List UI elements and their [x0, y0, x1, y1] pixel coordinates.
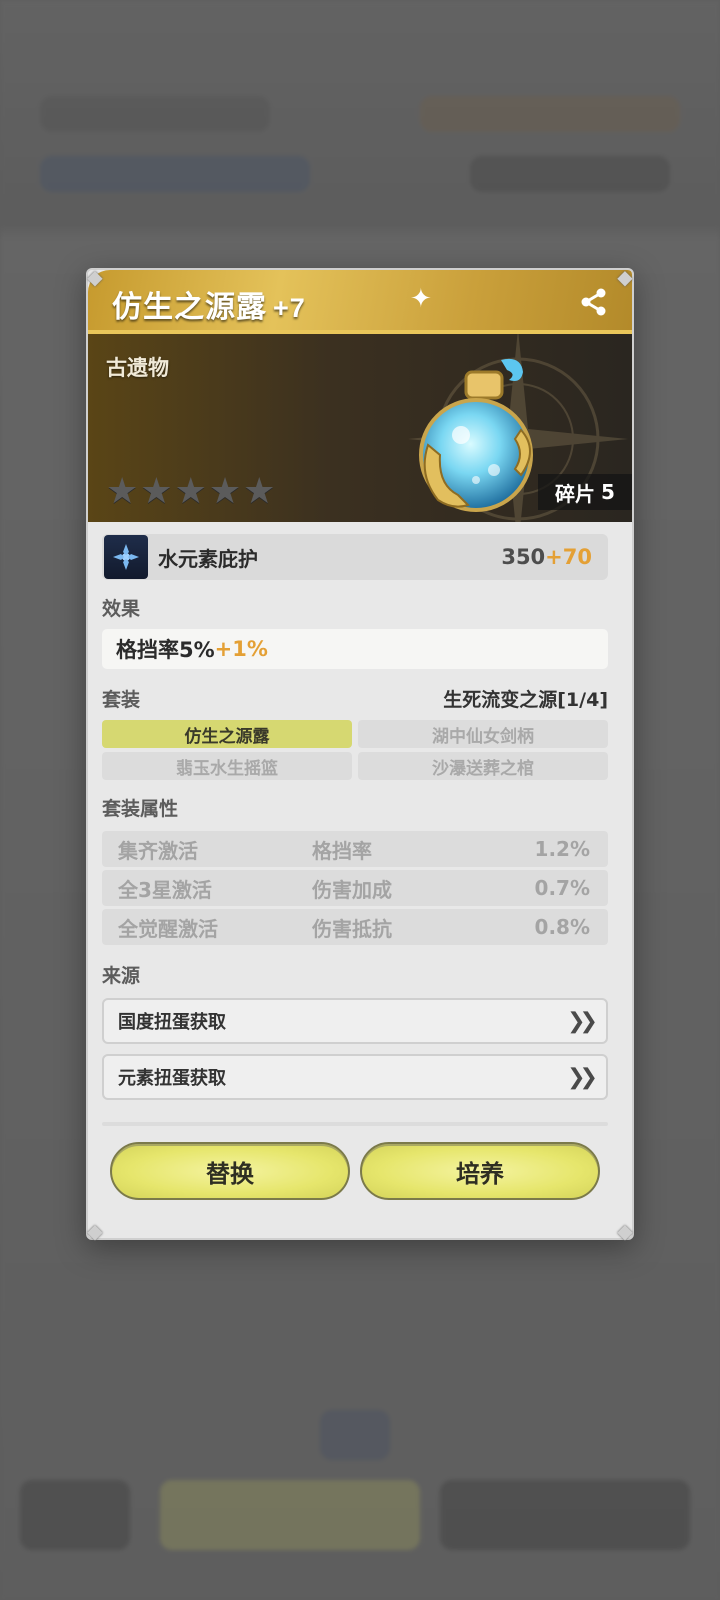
attr-stat: 伤害加成	[312, 877, 392, 902]
attr-stat: 格挡率	[312, 838, 372, 863]
main-stat-base: 350	[501, 545, 546, 569]
frame-corner-ornament: ◆	[617, 1219, 633, 1243]
star-icon: ★	[140, 471, 173, 512]
main-stat-bonus: +70	[545, 545, 592, 569]
source-item-gacha-element[interactable]: 元素扭蛋获取 ❯❯	[102, 1054, 608, 1100]
frame-corner-ornament: ◆	[87, 265, 103, 289]
action-buttons: 替换 培养	[110, 1142, 600, 1200]
attr-value: 0.7%	[534, 876, 590, 900]
set-attributes-label: 套装属性	[102, 798, 179, 820]
item-hero-panel: 古遗物 ★ ★ ★ ★ ★ 碎片 5	[88, 334, 632, 522]
effect-label: 效果	[102, 598, 141, 620]
share-icon	[581, 288, 606, 316]
fragment-label: 碎片	[555, 481, 596, 506]
dialog-header: 仿生之源露 +7 ✦	[88, 270, 632, 334]
item-details: 水元素庇护 350+70 效果 格挡率5% +1% 套装 生死流变之源[1/4] …	[102, 534, 608, 1126]
attr-condition: 集齐激活	[118, 838, 198, 863]
source-label: 来源	[102, 965, 141, 987]
item-detail-dialog: 仿生之源露 +7 ✦ 古遗物 ★ ★ ★ ★ ★ 碎片 5 水元素庇护 350+…	[86, 268, 634, 1240]
set-piece[interactable]: 湖中仙女剑柄	[358, 720, 608, 748]
frame-corner-ornament: ◆	[87, 1219, 103, 1243]
attr-value: 0.8%	[534, 915, 590, 939]
train-button[interactable]: 培养	[360, 1142, 600, 1200]
fragment-count-badge: 碎片 5	[538, 474, 632, 510]
item-level: +7	[273, 293, 306, 323]
sparkle-icon: ✦	[410, 284, 432, 314]
set-piece[interactable]: 翡玉水生摇篮	[102, 752, 352, 780]
effect-bonus: +1%	[214, 637, 268, 661]
replace-button[interactable]: 替换	[110, 1142, 350, 1200]
set-label: 套装	[102, 689, 141, 711]
star-icon: ★	[106, 471, 139, 512]
star-icon: ★	[243, 471, 276, 512]
set-attribute-row: 全3星激活 伤害加成 0.7%	[102, 870, 608, 906]
share-button[interactable]	[578, 286, 610, 318]
set-header: 套装 生死流变之源[1/4]	[102, 685, 608, 712]
attr-condition: 全觉醒激活	[118, 916, 218, 941]
set-piece[interactable]: 沙瀑送葬之棺	[358, 752, 608, 780]
set-attribute-row: 全觉醒激活 伤害抵抗 0.8%	[102, 909, 608, 945]
source-item-label: 元素扭蛋获取	[118, 1068, 226, 1089]
star-rating: ★ ★ ★ ★ ★	[106, 474, 275, 510]
item-name: 仿生之源露	[112, 291, 267, 324]
star-icon: ★	[208, 471, 242, 512]
main-stat-value: 350+70	[501, 545, 592, 569]
effect-text: 格挡率5%	[116, 638, 215, 662]
effect-box: 格挡率5% +1%	[102, 629, 608, 669]
attr-condition: 全3星激活	[118, 877, 212, 902]
attr-value: 1.2%	[534, 837, 590, 861]
item-title: 仿生之源露 +7	[112, 282, 306, 326]
main-stat-row: 水元素庇护 350+70	[102, 534, 608, 580]
set-name: 生死流变之源[1/4]	[443, 689, 608, 711]
set-piece[interactable]: 仿生之源露	[102, 720, 352, 748]
water-element-icon	[104, 535, 148, 579]
attr-stat: 伤害抵抗	[312, 916, 392, 941]
divider	[102, 1122, 608, 1126]
water-flask-icon	[419, 358, 533, 512]
set-attribute-row: 集齐激活 格挡率 1.2%	[102, 831, 608, 867]
set-attributes-table: 集齐激活 格挡率 1.2% 全3星激活 伤害加成 0.7% 全觉醒激活 伤害抵抗…	[102, 831, 608, 945]
star-icon: ★	[174, 471, 207, 512]
set-pieces: 仿生之源露 湖中仙女剑柄 翡玉水生摇篮 沙瀑送葬之棺	[102, 720, 608, 780]
double-chevron-right-icon: ❯❯	[567, 1064, 598, 1090]
item-category: 古遗物	[106, 356, 169, 380]
frame-corner-ornament: ◆	[617, 265, 633, 289]
source-item-label: 国度扭蛋获取	[118, 1012, 226, 1033]
main-stat-name: 水元素庇护	[158, 546, 258, 571]
double-chevron-right-icon: ❯❯	[567, 1008, 598, 1034]
source-item-gacha-kingdom[interactable]: 国度扭蛋获取 ❯❯	[102, 998, 608, 1044]
fragment-count: 5	[601, 480, 615, 504]
